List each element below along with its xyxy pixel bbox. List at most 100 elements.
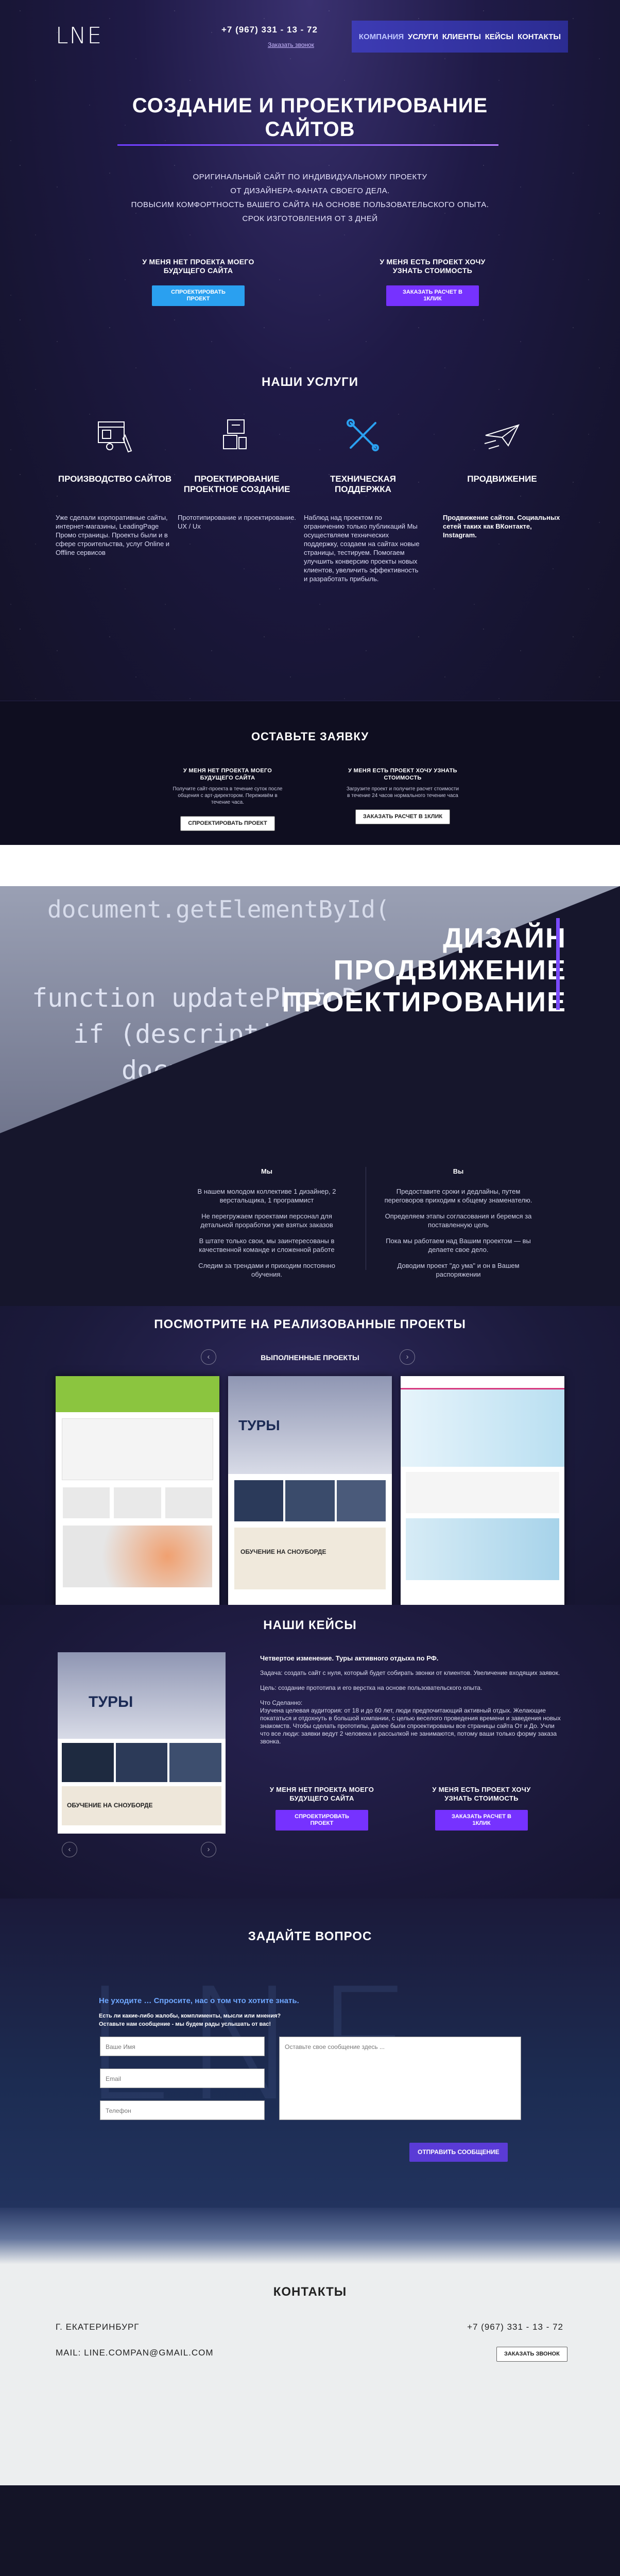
spacer [0, 845, 620, 886]
case-cta-have-project: У МЕНЯ ЕСТЬ ПРОЕКТ ХОЧУ УЗНАТЬ СТОИМОСТЬ… [420, 1785, 543, 1831]
project-thumb-food[interactable] [56, 1376, 219, 1605]
case-preview[interactable]: ТУРЫ ОБУЧЕНИЕ НА СНОУБОРДЕ [58, 1652, 226, 1834]
nav-item-clients[interactable]: Клиенты [442, 32, 481, 41]
service-name: ТЕХНИЧЕСКАЯ ПОДДЕРЖКА [330, 474, 396, 494]
request-right-title: У МЕНЯ ЕСТЬ ПРОЕКТ ХОЧУ УЗНАТЬ СТОИМОСТЬ [348, 768, 457, 781]
cta-have-project-title: У МЕНЯ ЕСТЬ ПРОЕКТ ХОЧУ УЗНАТЬ СТОИМОСТЬ [380, 258, 486, 275]
tagline-line: ПРОДВИЖЕНИЕ [333, 955, 566, 986]
contacts-call-button[interactable]: ЗАКАЗАТЬ ЗВОНОК [496, 2347, 567, 2362]
services-title: НАШИ УСЛУГИ [262, 375, 358, 389]
service-production: ПРОИЗВОДСТВО САЙТОВ Уже сделали корпорат… [56, 412, 174, 557]
paper-plane-icon [443, 412, 561, 459]
service-design: ПРОЕКТИРОВАНИЕ ПРОЕКТНОЕ СОЗДАНИЕ Протот… [178, 412, 296, 531]
title-underline [117, 144, 498, 146]
you-column: Вы Предоставите сроки и дедлайны, путем … [381, 1167, 536, 1286]
cases-title: НАШИ КЕЙСЫ [263, 1618, 357, 1632]
case-cta-right-title: У МЕНЯ ЕСТЬ ПРОЕКТ ХОЧУ УЗНАТЬ СТОИМОСТЬ [432, 1786, 531, 1802]
case-done-title: Что Сделанно: [260, 1699, 303, 1706]
hero-title-line-2: САЙТОВ [265, 118, 355, 141]
projects-prev-arrow[interactable]: ‹ [201, 1349, 216, 1365]
service-desc: Прототипирование и проектирование. UX / … [178, 514, 296, 530]
layout-tools-icon [56, 412, 174, 459]
projects-subtitle: ВЫПОЛНЕННЫЕ ПРОЕКТЫ [261, 1353, 359, 1362]
tagline-line: ПРОЕКТИРОВАНИЕ [282, 987, 566, 1018]
you-title: Вы [453, 1167, 464, 1175]
email-field[interactable]: Email [100, 2069, 265, 2088]
project-thumb-clinic[interactable] [401, 1376, 564, 1605]
case-estimate-button[interactable]: ЗАКАЗАТЬ РАСЧЕТ В 1КЛИК [435, 1810, 528, 1831]
case-text: Четвертое изменение. Туры активного отды… [260, 1654, 564, 1745]
you-item: Пока мы работаем над Вашим проектом — вы… [386, 1237, 531, 1253]
tagline: ДИЗАЙН ПРОДВИЖЕНИЕ ПРОЕКТИРОВАНИЕ [282, 922, 566, 1018]
nav-item-cases[interactable]: Кейсы [485, 32, 513, 41]
contacts-city: Г. ЕКАТЕРИНБУРГ [56, 2322, 140, 2332]
hero-lead-line: ОТ ДИЗАЙНЕРА-ФАНАТА СВОЕГО ДЕЛА. [230, 187, 390, 195]
question-intro: Не уходите … Спросите, нас о том что хот… [99, 1996, 299, 2005]
you-item: Предоставите сроки и дедлайны, путем пер… [384, 1188, 532, 1204]
design-project-button[interactable]: СПРОЕКТИРОВАТЬ ПРОЕКТ [152, 285, 245, 306]
header-phone[interactable]: +7 (967) 331 - 13 - 72 [221, 25, 318, 35]
hero-lead-line: ПОВЫСИМ КОМФОРТНОСТЬ ВАШЕГО САЙТА НА ОСН… [131, 200, 489, 209]
service-name: ПРОИЗВОДСТВО САЙТОВ [58, 474, 172, 484]
code-line: document.getElementById( [47, 895, 390, 923]
send-message-button[interactable]: ОТПРАВИТЬ СООБЩЕНИЕ [409, 2143, 508, 2162]
call-link[interactable]: Заказать звонок [268, 41, 314, 48]
cta-have-project: У МЕНЯ ЕСТЬ ПРОЕКТ ХОЧУ УЗНАТЬ СТОИМОСТЬ… [371, 258, 494, 306]
service-name: ПРОДВИЖЕНИЕ [467, 474, 537, 484]
hero-title-line-1: СОЗДАНИЕ И ПРОЕКТИРОВАНИЕ [132, 94, 488, 117]
we-item: Не перегружаем проектами персонал для де… [200, 1212, 333, 1229]
nav-item-services[interactable]: Услуги [408, 32, 438, 41]
phone-field[interactable]: Телефон [100, 2100, 265, 2120]
order-estimate-button[interactable]: ЗАКАЗАТЬ РАСЧЕТ В 1КЛИК [386, 285, 479, 306]
we-item: В штате только свои, мы заинтересованы в… [199, 1237, 335, 1253]
service-desc: Продвижение сайтов. Социальных сетей так… [443, 514, 560, 539]
request-design-button[interactable]: СПРОЕКТИРОВАТЬ ПРОЕКТ [180, 816, 275, 831]
request-estimate-button[interactable]: ЗАКАЗАТЬ РАСЧЕТ В 1КЛИК [355, 809, 451, 824]
code-banner: document.getElementById( function update… [0, 886, 620, 1167]
name-field[interactable]: Ваше Имя [100, 2037, 265, 2056]
case-preview-training: ОБУЧЕНИЕ НА СНОУБОРДЕ [62, 1786, 221, 1825]
request-title: ОСТАВЬТЕ ЗАЯВКУ [251, 730, 369, 743]
cta-no-project: У МЕНЯ НЕТ ПРОЕКТА МОЕГО БУДУЩЕГО САЙТА … [139, 258, 257, 306]
case-task: Задача: создать сайт с нуля, который буд… [260, 1669, 560, 1676]
you-item: Доводим проект "до ума" и он в Вашем рас… [397, 1262, 520, 1278]
projects-title: ПОСМОТРИТЕ НА РЕАЛИЗОВАННЫЕ ПРОЕКТЫ [154, 1317, 466, 1331]
case-goal: Цель: создание прототипа и его верстка н… [260, 1684, 483, 1691]
cases-section: НАШИ КЕЙСЫ ТУРЫ ОБУЧЕНИЕ НА СНОУБОРДЕ ‹ … [0, 1605, 620, 1899]
contacts-phone[interactable]: +7 (967) 331 - 13 - 72 [467, 2322, 563, 2332]
service-support: ТЕХНИЧЕСКАЯ ПОДДЕРЖКА Наблюд над проекто… [304, 412, 422, 583]
case-preview-label: ТУРЫ [58, 1652, 226, 1739]
case-done: Изучена целевая аудитория: от 18 и до 60… [260, 1707, 561, 1745]
request-no-project: У МЕНЯ НЕТ ПРОЕКТА МОЕГО БУДУЩЕГО САЙТА … [171, 767, 284, 831]
hero-title: СОЗДАНИЕ И ПРОЕКТИРОВАНИЕ САЙТОВ [0, 94, 620, 141]
tagline-accent [556, 918, 560, 1010]
we-you-section: Мы В нашем молодом коллективе 1 дизайнер… [0, 1167, 620, 1306]
you-item: Определяем этапы согласования и беремся … [385, 1212, 532, 1229]
contacts-gradient [0, 2208, 620, 2264]
hero-section: LNE +7 (967) 331 - 13 - 72 Заказать звон… [0, 0, 620, 701]
service-desc: Уже сделали корпоративные сайты, интерне… [56, 514, 170, 556]
hero-lead-line: СРОК ИЗГОТОВЛЕНИЯ ОТ 3 ДНЕЙ [242, 214, 378, 223]
we-title: Мы [261, 1167, 272, 1175]
case-design-button[interactable]: СПРОЕКТИРОВАТЬ ПРОЕКТ [275, 1810, 368, 1831]
question-title: ЗАДАЙТЕ ВОПРОС [248, 1929, 372, 1943]
we-column: Мы В нашем молодом коллективе 1 дизайнер… [190, 1167, 344, 1286]
message-field[interactable]: Оставьте свое сообщение здесь ... [279, 2037, 521, 2120]
thumb-training-label: ОБУЧЕНИЕ НА СНОУБОРДЕ [234, 1528, 386, 1589]
contacts-title: КОНТАКТЫ [273, 2285, 347, 2299]
service-desc: Наблюд над проектом по ограничению тольк… [304, 514, 420, 583]
question-sub1: Есть ли какие-либо жалобы, комплименты, … [99, 2013, 281, 2019]
main-nav: Компания Услуги Клиенты Кейсы Контакты [352, 21, 568, 53]
nav-item-contacts[interactable]: Контакты [518, 32, 561, 41]
project-thumb-tours[interactable]: ТУРЫ ОБУЧЕНИЕ НА СНОУБОРДЕ [228, 1376, 392, 1605]
contacts-mail[interactable]: MAIL: LINE.COMPAN@GMAIL.COM [56, 2348, 214, 2358]
contacts-section: КОНТАКТЫ Г. ЕКАТЕРИНБУРГ +7 (967) 331 - … [0, 2208, 620, 2485]
projects-next-arrow[interactable]: › [400, 1349, 415, 1365]
nav-item-company[interactable]: Компания [359, 32, 404, 41]
site-logo[interactable]: LNE [56, 23, 102, 49]
hero-lead-line: ОРИГИНАЛЬНЫЙ САЙТ ПО ИНДИВИДУАЛЬНОМУ ПРО… [193, 173, 427, 181]
cases-prev-arrow[interactable]: ‹ [62, 1842, 77, 1857]
cases-next-arrow[interactable]: › [201, 1842, 216, 1857]
projects-section: ПОСМОТРИТЕ НА РЕАЛИЗОВАННЫЕ ПРОЕКТЫ ВЫПО… [0, 1306, 620, 1605]
request-left-desc: Получите сайт-проекта в течение суток по… [173, 786, 283, 805]
